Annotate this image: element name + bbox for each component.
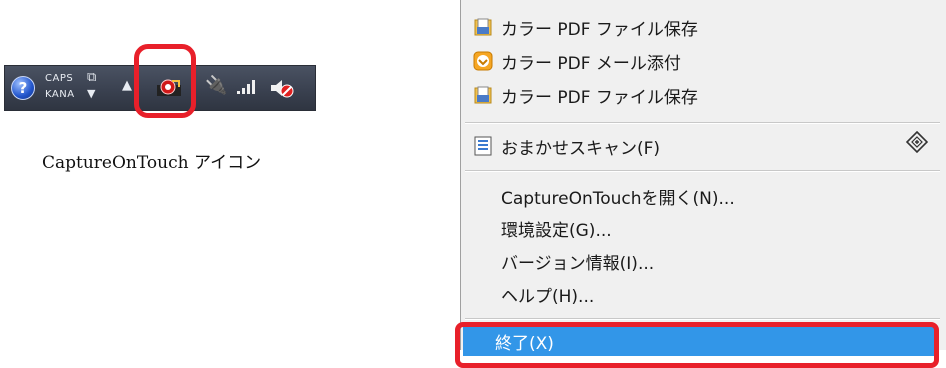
icon-caption: CaptureOnTouch アイコン bbox=[42, 153, 262, 173]
menu-item-color-pdf-mail[interactable]: カラー PDF メール添付 bbox=[473, 46, 681, 76]
diamond-shortcut-icon bbox=[906, 131, 928, 153]
menu-item-help[interactable]: ヘルプ(H)... bbox=[501, 279, 594, 309]
speaker-muted-icon[interactable] bbox=[269, 78, 295, 98]
signal-strength-icon[interactable] bbox=[237, 80, 257, 94]
ime-window-icon[interactable]: ⧉ bbox=[87, 70, 96, 85]
caps-lock-indicator[interactable]: CAPS bbox=[45, 73, 73, 84]
menu-item-label: ヘルプ(H)... bbox=[501, 286, 595, 307]
menu-item-preferences[interactable]: 環境設定(G)... bbox=[501, 213, 612, 243]
menu-item-label: カラー PDF メール添付 bbox=[501, 53, 681, 74]
menu-item-label: おまかせスキャン(F) bbox=[501, 138, 661, 159]
menu-item-label: バージョン情報(I)... bbox=[501, 253, 655, 274]
power-plug-icon[interactable]: 🔌 bbox=[205, 75, 227, 96]
menu-separator bbox=[465, 122, 940, 124]
menu-item-open-captureontouch[interactable]: CaptureOnTouchを開く(N)... bbox=[501, 181, 735, 211]
kana-indicator[interactable]: KANA bbox=[45, 89, 75, 100]
menu-item-color-pdf-save-2[interactable]: カラー PDF ファイル保存 bbox=[473, 80, 698, 110]
scan-document-icon bbox=[474, 136, 492, 156]
menu-item-label: CaptureOnTouchを開く(N)... bbox=[501, 188, 735, 209]
context-menu: カラー PDF ファイル保存 カラー PDF メール添付 カラー PDF ファイ… bbox=[460, 0, 946, 356]
folder-save-icon bbox=[474, 86, 492, 104]
folder-save-icon bbox=[474, 18, 492, 36]
show-hidden-icons-arrow[interactable]: ▲ bbox=[122, 78, 132, 93]
menu-item-label: カラー PDF ファイル保存 bbox=[501, 87, 698, 108]
chevron-down-icon[interactable]: ▼ bbox=[87, 87, 95, 100]
menu-item-label: カラー PDF ファイル保存 bbox=[501, 19, 698, 40]
menu-item-version-info[interactable]: バージョン情報(I)... bbox=[501, 246, 654, 276]
help-icon[interactable]: ? bbox=[11, 76, 35, 100]
menu-separator bbox=[465, 318, 940, 320]
menu-separator bbox=[465, 170, 940, 172]
mail-attach-icon bbox=[473, 51, 493, 71]
captureontouch-icon-highlight bbox=[134, 44, 196, 118]
menu-item-label: 環境設定(G)... bbox=[501, 220, 612, 241]
menu-item-color-pdf-save-1[interactable]: カラー PDF ファイル保存 bbox=[473, 12, 698, 42]
menu-item-omakase-scan[interactable]: おまかせスキャン(F) bbox=[473, 131, 660, 161]
exit-item-highlight bbox=[455, 322, 939, 368]
